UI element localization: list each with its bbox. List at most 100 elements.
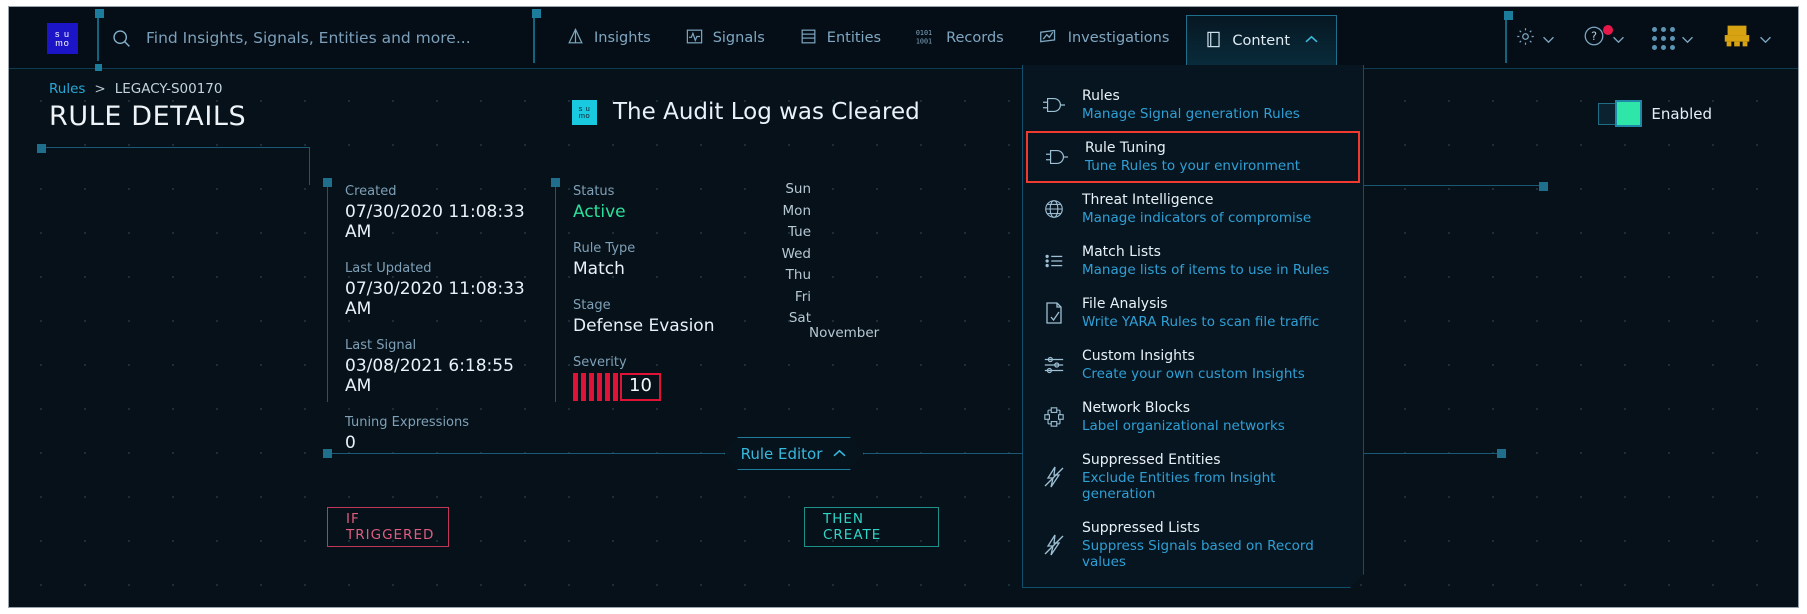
settings-menu[interactable] [1515,26,1555,51]
nav-item-signals[interactable]: Signals [668,7,782,69]
field-label: Created [345,184,542,199]
weekday-label: Sat [769,308,811,330]
field-value: Match [573,259,745,279]
field-last-updated: Last Updated 07/30/2020 11:08:33 AM [345,261,542,319]
nav-label: Investigations [1068,30,1170,46]
status-badge: Active [573,202,745,222]
custom-insights-icon [1041,354,1067,376]
match-lists-icon [1041,250,1067,272]
menu-text: Rule Tuning Tune Rules to your environme… [1085,140,1300,174]
menu-item-suppressed-entities[interactable]: Suppressed Entities Exclude Entities fro… [1023,443,1363,511]
breadcrumb-current: LEGACY-S00170 [115,81,223,97]
severity-bars [573,373,618,401]
breadcrumb-parent-link[interactable]: Rules [49,81,85,97]
rule-editor-toggle[interactable]: Rule Editor [724,437,864,470]
menu-item-match-lists[interactable]: Match Lists Manage lists of items to use… [1023,235,1363,287]
content-dropdown-menu: Rules Manage Signal generation Rules Rul… [1022,65,1364,588]
menu-text: Rules Manage Signal generation Rules [1082,88,1300,122]
toggle-knob [1615,100,1642,127]
chevron-down-icon [1681,29,1694,48]
frame-dot-right [1539,182,1548,191]
severity-value: 10 [620,373,661,401]
field-label: Rule Type [573,241,745,256]
chevron-up-icon [1304,33,1319,49]
nav-item-entities[interactable]: Entities [782,7,898,69]
nav-label: Entities [827,30,881,46]
nav-item-insights[interactable]: Insights [549,7,668,69]
menu-text: Network Blocks Label organizational netw… [1082,400,1285,434]
nav-item-records[interactable]: 0101 1001 Records [898,7,1021,69]
entities-icon [799,27,818,50]
user-menu[interactable] [1721,23,1772,53]
menu-title: Suppressed Lists [1082,520,1349,536]
chevron-up-icon [832,445,847,463]
apps-menu[interactable] [1652,27,1694,50]
help-menu[interactable]: ? [1582,24,1625,52]
field-value: 07/30/2020 11:08:33 AM [345,202,542,242]
field-value: 0 [345,433,542,453]
if-triggered-flag: IF TRIGGERED [327,507,449,547]
calendar-weekday-labels: Sun Mon Tue Wed Thu Fri Sat [769,179,811,330]
if-triggered-label: IF TRIGGERED [346,511,434,543]
menu-title: Rule Tuning [1085,140,1300,156]
menu-subtitle: Manage Signal generation Rules [1082,106,1300,122]
menu-item-rules[interactable]: Rules Manage Signal generation Rules [1023,79,1363,131]
insights-icon [566,27,585,50]
rule-editor-label: Rule Editor [741,445,823,463]
menu-title: Rules [1082,88,1300,104]
details-column-primary: Created 07/30/2020 11:08:33 AM Last Upda… [327,184,542,402]
weekday-label: Sun [769,179,811,201]
menu-subtitle: Manage indicators of compromise [1082,210,1311,226]
global-search[interactable] [97,15,525,61]
suppressed-entities-icon [1041,465,1067,489]
menu-title: Custom Insights [1082,348,1305,364]
menu-title: Suppressed Entities [1082,452,1349,468]
field-label: Tuning Expressions [345,415,542,430]
nav-divider-left [533,15,535,63]
weekday-label: Thu [769,265,811,287]
menu-title: File Analysis [1082,296,1319,312]
search-input[interactable] [146,29,525,47]
page-title: RULE DETAILS [49,101,246,132]
badge-line-2: mo [579,112,591,120]
signals-icon [685,27,704,50]
divider-dot-right [1497,449,1506,458]
svg-text:?: ? [1591,30,1597,43]
sumo-logo[interactable]: s u mo [47,23,78,54]
menu-item-custom-insights[interactable]: Custom Insights Create your own custom I… [1023,339,1363,391]
severity-meter: 10 [573,373,745,401]
weekday-label: Fri [769,287,811,309]
nav-item-content[interactable]: Content [1186,15,1337,69]
menu-item-suppressed-lists[interactable]: Suppressed Lists Suppress Signals based … [1023,511,1363,579]
rule-name: The Audit Log was Cleared [613,99,920,125]
menu-item-rule-tuning[interactable]: Rule Tuning Tune Rules to your environme… [1026,131,1360,183]
rule-heading: s u mo The Audit Log was Cleared [572,99,920,125]
breadcrumb-separator: > [94,81,105,97]
suppressed-lists-icon [1041,533,1067,557]
weekday-label: Mon [769,201,811,223]
menu-subtitle: Label organizational networks [1082,418,1285,434]
nav-item-investigations[interactable]: Investigations [1021,7,1187,69]
chevron-down-icon [1759,29,1772,48]
menu-item-file-analysis[interactable]: File Analysis Write YARA Rules to scan f… [1023,287,1363,339]
field-rule-type: Rule Type Match [573,241,745,279]
weekday-label: Wed [769,244,811,266]
field-value: 03/08/2021 6:18:55 AM [345,356,542,396]
enabled-toggle[interactable] [1598,103,1638,125]
then-create-label: THEN CREATE [823,511,920,543]
menu-item-threat-intelligence[interactable]: Threat Intelligence Manage indicators of… [1023,183,1363,235]
field-label: Stage [573,298,745,313]
field-label: Last Updated [345,261,542,276]
menu-title: Match Lists [1082,244,1329,260]
svg-text:1001: 1001 [916,37,932,45]
investigations-icon [1038,27,1059,50]
field-status: Status Active [573,184,745,222]
divider-dot-left [323,449,332,458]
chevron-down-icon [1612,29,1625,48]
field-label: Status [573,184,745,199]
menu-text: Custom Insights Create your own custom I… [1082,348,1305,382]
breadcrumb: Rules > LEGACY-S00170 [49,81,222,97]
month-label: November [809,325,879,341]
menu-subtitle: Create your own custom Insights [1082,366,1305,382]
menu-item-network-blocks[interactable]: Network Blocks Label organizational netw… [1023,391,1363,443]
